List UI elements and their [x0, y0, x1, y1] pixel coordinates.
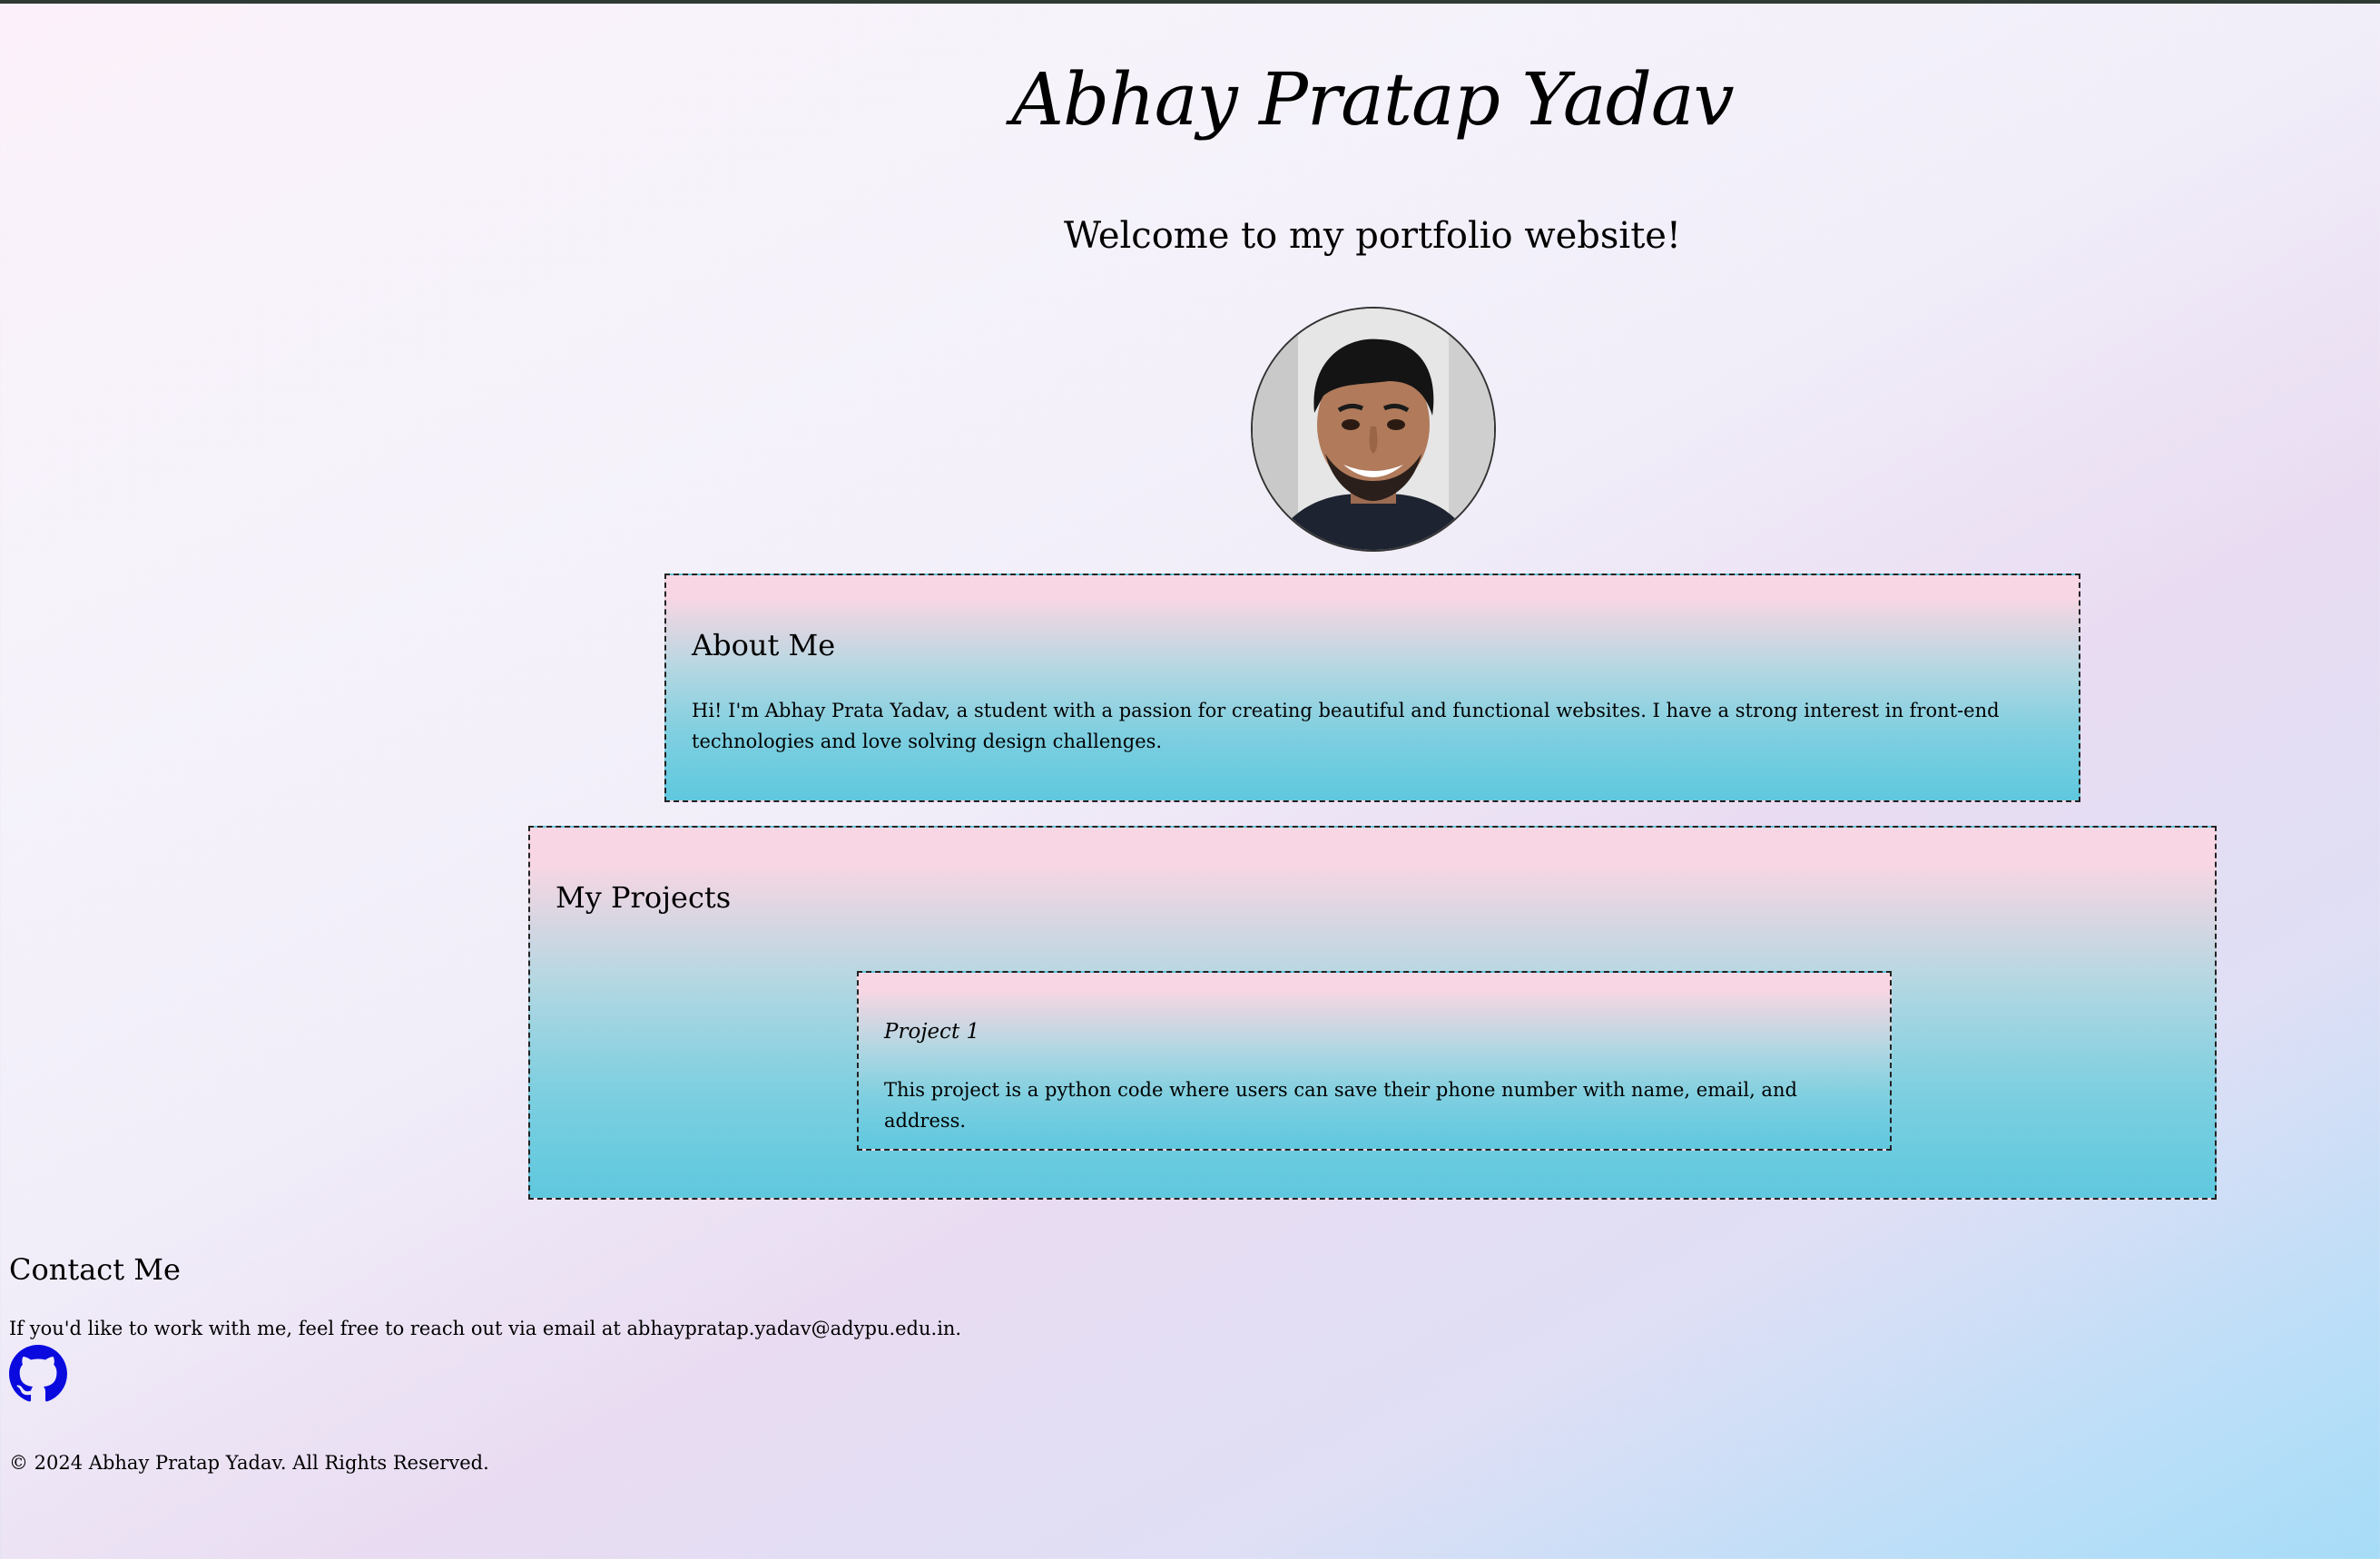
projects-section: My Projects Project 1 This project is a … [528, 826, 2217, 1200]
about-heading: About Me [692, 628, 836, 662]
top-border [0, 0, 2380, 4]
welcome-message: Welcome to my portfolio website! [1063, 215, 1682, 257]
github-icon[interactable] [9, 1345, 67, 1403]
contact-text: If you'd like to work with me, feel free… [9, 1318, 962, 1339]
profile-photo-illustration [1253, 309, 1494, 550]
projects-heading: My Projects [556, 880, 732, 915]
footer-copyright: © 2024 Abhay Pratap Yadav. All Rights Re… [9, 1452, 489, 1474]
project-card: Project 1 This project is a python code … [857, 971, 1892, 1151]
project-title: Project 1 [884, 1020, 980, 1044]
site-title: Abhay Pratap Yadav [1011, 57, 1734, 142]
contact-heading: Contact Me [9, 1252, 181, 1287]
github-link[interactable] [9, 1345, 67, 1403]
about-section: About Me Hi! I'm Abhay Prata Yadav, a st… [664, 574, 2080, 802]
project-description: This project is a python code where user… [884, 1079, 1797, 1132]
about-text: Hi! I'm Abhay Prata Yadav, a student wit… [692, 700, 2000, 752]
profile-photo [1251, 307, 1496, 552]
